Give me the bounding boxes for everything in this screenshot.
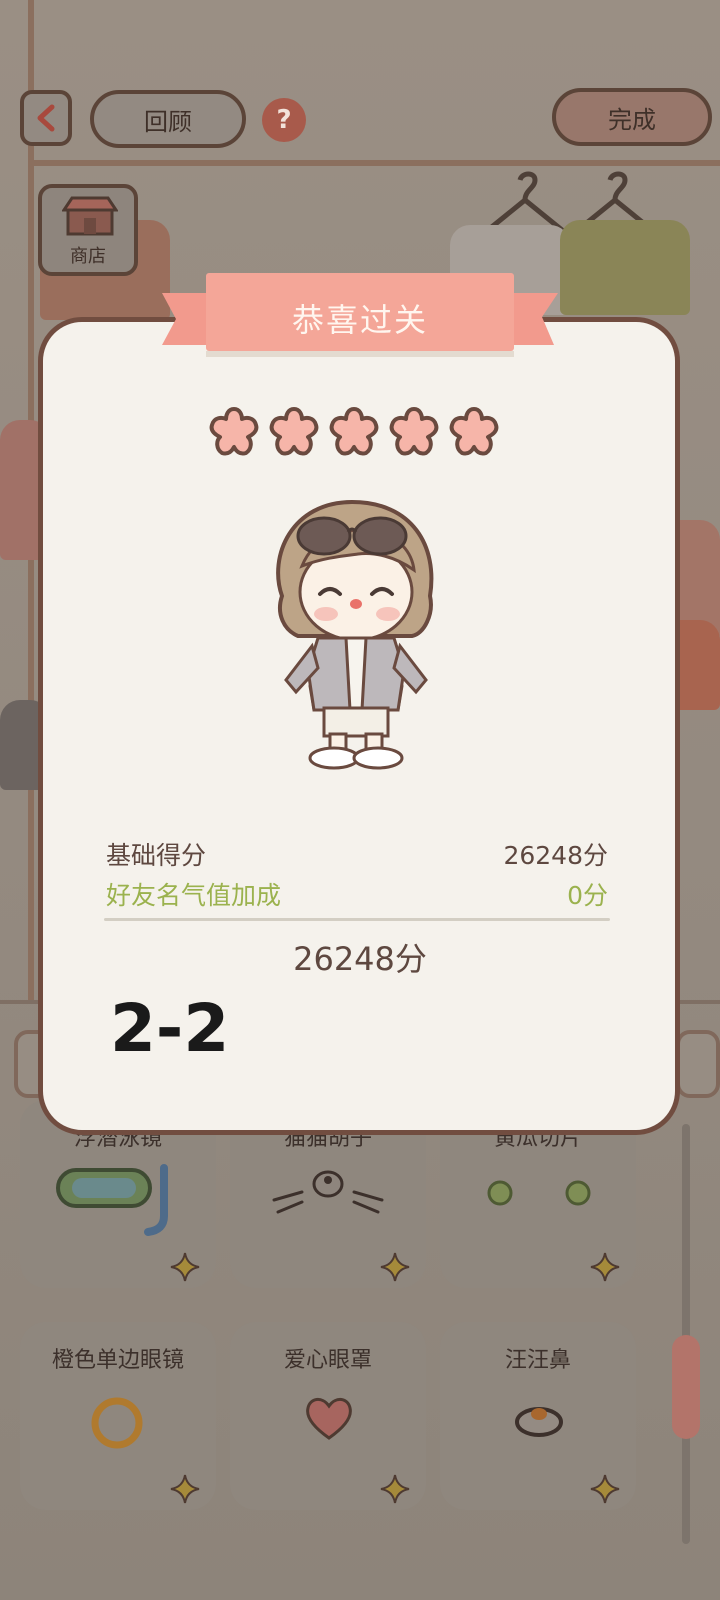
sparkle-icon — [380, 1474, 410, 1504]
item-name: 汪汪鼻 — [504, 1348, 571, 1373]
sparkle-icon — [590, 1252, 620, 1282]
friend-bonus-label: 好友名气值加成 — [106, 881, 282, 910]
character-avatar — [276, 499, 434, 770]
scrollbar-track[interactable] — [682, 1124, 690, 1544]
star-rating-icon — [389, 407, 439, 456]
item-card[interactable]: 爱心眼罩 — [230, 1322, 426, 1510]
star-rating-icon — [209, 407, 259, 456]
review-button[interactable]: 回顾 — [90, 90, 246, 148]
score-divider — [104, 918, 610, 921]
done-button[interactable]: 完成 — [552, 88, 712, 146]
done-label: 完成 — [608, 105, 656, 134]
dog-nose-icon — [515, 1407, 563, 1437]
question-mark-icon: ? — [276, 105, 292, 135]
heart-eye-mask-icon — [306, 1398, 352, 1440]
level-label: 2-2 — [110, 990, 230, 1067]
review-label: 回顾 — [144, 107, 192, 136]
star-rating-icon — [449, 407, 499, 456]
item-name: 爱心眼罩 — [283, 1348, 372, 1373]
base-score-label: 基础得分 — [106, 841, 207, 870]
sparkle-icon — [170, 1252, 200, 1282]
cat-whiskers-icon — [272, 1170, 384, 1214]
friend-bonus-value: 0分 — [567, 881, 608, 910]
shop-icon — [62, 196, 118, 236]
total-score: 26248分 — [293, 940, 427, 978]
back-button[interactable] — [20, 90, 72, 146]
dialog-title: 恭喜过关 — [291, 301, 428, 339]
snorkel-goggles-icon — [56, 1164, 168, 1236]
item-name: 橙色单边眼镜 — [51, 1348, 184, 1373]
cucumber-slices-icon — [487, 1180, 591, 1206]
shop-button[interactable]: 商店 — [38, 184, 138, 276]
sparkle-icon — [590, 1474, 620, 1504]
chevron-left-icon — [37, 104, 55, 132]
star-rating-icon — [329, 407, 379, 456]
star-rating-icon — [269, 407, 319, 456]
base-score-value: 26248分 — [503, 841, 608, 870]
sparkle-icon — [170, 1474, 200, 1504]
orange-monocle-icon — [91, 1397, 143, 1449]
item-card[interactable]: 汪汪鼻 — [440, 1322, 636, 1510]
sparkle-icon — [380, 1252, 410, 1282]
scrollbar-thumb[interactable] — [672, 1335, 700, 1439]
category-tab[interactable] — [676, 1030, 720, 1098]
item-card[interactable]: 橙色单边眼镜 — [20, 1322, 216, 1510]
help-button[interactable]: ? — [262, 98, 306, 142]
shop-label: 商店 — [70, 246, 106, 267]
